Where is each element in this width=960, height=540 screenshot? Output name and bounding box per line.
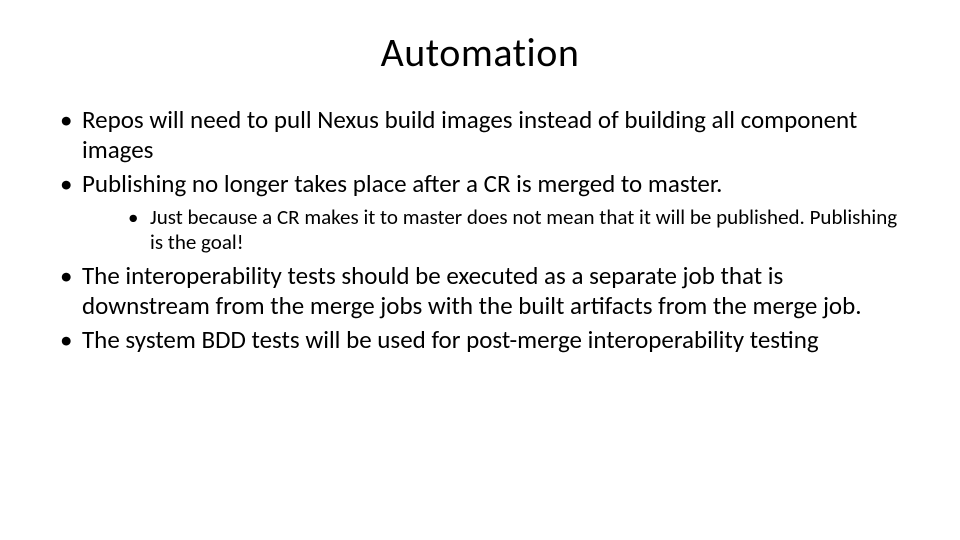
list-item: The interoperability tests should be exe… — [60, 261, 900, 321]
list-item: The system BDD tests will be used for po… — [60, 325, 900, 355]
sub-bullet-list: Just because a CR makes it to master doe… — [82, 205, 900, 255]
list-item: Repos will need to pull Nexus build imag… — [60, 105, 900, 165]
bullet-text: The interoperability tests should be exe… — [82, 260, 862, 321]
bullet-text: Just because a CR makes it to master doe… — [150, 204, 897, 255]
list-item: Publishing no longer takes place after a… — [60, 169, 900, 255]
list-item: Just because a CR makes it to master doe… — [128, 205, 900, 255]
bullet-text: Publishing no longer takes place after a… — [82, 168, 722, 199]
bullet-list: Repos will need to pull Nexus build imag… — [60, 105, 900, 355]
slide: Automation Repos will need to pull Nexus… — [0, 0, 960, 540]
bullet-text: The system BDD tests will be used for po… — [82, 324, 819, 355]
bullet-text: Repos will need to pull Nexus build imag… — [82, 104, 857, 165]
slide-title: Automation — [60, 28, 900, 77]
